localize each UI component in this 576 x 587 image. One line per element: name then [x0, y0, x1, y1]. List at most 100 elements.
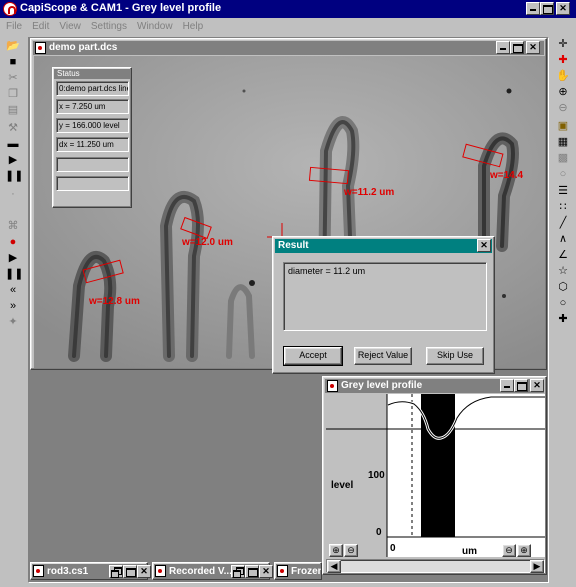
scroll-right-button[interactable]: ▶	[530, 560, 544, 573]
measure-label-2: w=12.0 um	[181, 237, 233, 248]
count-tool-icon[interactable]: ∷	[555, 200, 571, 215]
tools-icon[interactable]: ⚒	[5, 121, 21, 135]
app-logo-icon	[3, 2, 17, 16]
divider-icon: ·	[11, 188, 15, 200]
result-dialog-title-bar[interactable]: Result	[275, 239, 492, 253]
profile-icon	[327, 380, 338, 392]
grey-maximize-button[interactable]	[514, 379, 528, 392]
zoom-in-x-button[interactable]: ⊕	[517, 544, 531, 557]
result-dialog: Result diameter = 11.2 um Accept Reject …	[272, 236, 495, 374]
zoom-in-icon[interactable]: ⊕	[555, 85, 571, 100]
pause-video-icon[interactable]: ❚❚	[5, 267, 23, 281]
rod3-restore-button[interactable]	[109, 565, 123, 578]
horizontal-scrollbar[interactable]: ◀ ▶	[326, 559, 545, 573]
grey-level-window: Grey level profile level 100 0 0 um	[322, 376, 547, 575]
close-button[interactable]	[556, 2, 570, 15]
menu-bar: File Edit View Settings Window Help	[0, 18, 576, 35]
grey-minimize-button[interactable]	[500, 379, 514, 392]
menu-file[interactable]: File	[6, 21, 22, 32]
settings-icon[interactable]: ✦	[5, 315, 21, 329]
recorded-maximize-button[interactable]	[245, 565, 259, 578]
skip-use-button[interactable]: Skip Use	[426, 347, 484, 365]
recorded-close-button[interactable]	[259, 565, 273, 578]
result-dialog-controls	[477, 239, 491, 252]
menu-settings[interactable]: Settings	[91, 21, 127, 32]
ellipse-tool-icon[interactable]: ○	[555, 296, 571, 311]
circle-tool-icon[interactable]: ○	[555, 167, 571, 182]
image-window-controls	[496, 41, 540, 54]
minimized-window-frozen[interactable]: Frozen...	[274, 562, 322, 580]
angle-tool-icon[interactable]: ∠	[555, 248, 571, 263]
move-icon[interactable]: ✛	[555, 37, 571, 52]
cut-icon[interactable]: ✂	[5, 71, 21, 85]
polyline-tool-icon[interactable]: ∧	[555, 232, 571, 247]
measure-label-4: w=14.4	[489, 170, 524, 181]
image-minimize-button[interactable]	[496, 41, 510, 54]
play-video-icon[interactable]: ▶	[5, 251, 21, 265]
minimized-window-rod3[interactable]: rod3.cs1	[30, 562, 151, 580]
zoom-out-y-button[interactable]: ⊖	[344, 544, 358, 557]
reject-value-button[interactable]: Reject Value	[354, 347, 412, 365]
polygon-tool-icon[interactable]: ⬡	[555, 280, 571, 295]
play-icon[interactable]: ▶	[5, 153, 21, 167]
record-icon[interactable]: ●	[5, 235, 21, 249]
image-window-title-bar[interactable]: demo part.dcs	[33, 41, 544, 55]
paste-icon[interactable]: ▤	[5, 103, 21, 117]
grey-level-title-bar[interactable]: Grey level profile	[325, 379, 544, 393]
grid-icon[interactable]: ▦	[555, 135, 571, 150]
save-icon[interactable]: ■	[5, 55, 21, 69]
menu-edit[interactable]: Edit	[32, 21, 49, 32]
image-maximize-button[interactable]	[510, 41, 524, 54]
status-field-empty-2	[56, 176, 129, 191]
rod3-close-button[interactable]	[137, 565, 151, 578]
pause-icon[interactable]: ❚❚	[5, 169, 23, 183]
result-close-button[interactable]	[477, 239, 491, 252]
zoom-out-x-button[interactable]: ⊖	[502, 544, 516, 557]
rewind-icon[interactable]: «	[5, 283, 21, 297]
grey-close-button[interactable]	[530, 379, 544, 392]
x-tick-0: 0	[390, 543, 396, 554]
menu-view[interactable]: View	[59, 21, 81, 32]
minimized-window-recorded[interactable]: Recorded V...	[152, 562, 273, 580]
menu-help[interactable]: Help	[183, 21, 204, 32]
status-panel-title: Status	[54, 69, 130, 79]
zoom-out-icon[interactable]: ⊖	[555, 101, 571, 116]
rod-file-icon	[33, 565, 44, 577]
status-field-file: 0:demo part.dcs line	[56, 81, 129, 96]
image-tool-icon[interactable]: ▣	[555, 119, 571, 134]
maximize-button[interactable]	[540, 2, 554, 15]
hand-icon[interactable]: ✋	[555, 69, 571, 84]
stop-icon[interactable]: ▬	[5, 137, 21, 151]
camera-icon[interactable]: ⌘	[5, 219, 21, 233]
status-panel: Status 0:demo part.dcs line x = 7.250 um…	[52, 67, 132, 208]
y-tick-100: 100	[368, 470, 385, 481]
minimize-button[interactable]	[526, 2, 540, 15]
recorded-controls	[231, 565, 273, 578]
minimized-title-rod3: rod3.cs1	[47, 566, 89, 577]
app-window-controls	[526, 2, 570, 15]
result-text: diameter = 11.2 um	[283, 262, 487, 331]
menu-window[interactable]: Window	[137, 21, 173, 32]
crosshair-icon[interactable]: ✚	[555, 53, 571, 68]
measure-tool-icon[interactable]: ☰	[555, 184, 571, 199]
y-tick-0: 0	[376, 527, 382, 538]
accept-button[interactable]: Accept	[283, 346, 343, 366]
open-folder-icon[interactable]: 📂	[5, 39, 21, 53]
app-title-bar: CapiScope & CAM1 - Grey level profile	[0, 0, 576, 18]
copy-icon[interactable]: ❐	[5, 87, 21, 101]
frozen-icon	[277, 565, 288, 577]
freehand-tool-icon[interactable]: ☆	[555, 264, 571, 279]
grey-level-plot[interactable]: level 100 0 0 um ⊕ ⊖ ⊖ ⊕	[326, 394, 545, 557]
grey-level-title: Grey level profile	[341, 380, 423, 391]
recorded-restore-button[interactable]	[231, 565, 245, 578]
fast-forward-icon[interactable]: »	[5, 299, 21, 313]
image-close-button[interactable]	[526, 41, 540, 54]
document-icon	[35, 42, 46, 54]
status-field-x: x = 7.250 um	[56, 99, 129, 114]
cross-tool-icon[interactable]: ✚	[555, 312, 571, 327]
rod3-maximize-button[interactable]	[123, 565, 137, 578]
pattern-icon[interactable]: ▩	[555, 151, 571, 166]
scroll-left-button[interactable]: ◀	[327, 560, 341, 573]
zoom-in-y-button[interactable]: ⊕	[329, 544, 343, 557]
line-tool-icon[interactable]: ╱	[555, 216, 571, 231]
